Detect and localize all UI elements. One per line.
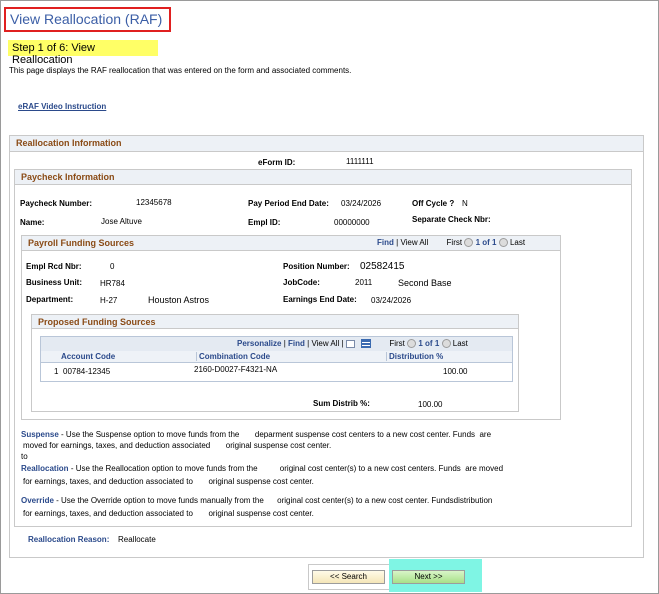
payroll-nav: Find | View All First 1 of 1 Last bbox=[377, 238, 526, 248]
earnings-end-label: Earnings End Date: bbox=[283, 295, 357, 304]
empl-id-label: Empl ID: bbox=[248, 218, 281, 227]
new-window-icon[interactable] bbox=[345, 339, 355, 348]
col-combination-code[interactable]: Combination Code bbox=[196, 352, 270, 361]
table-row: 1 00784-12345 2160-D0027-F4321-NA 100.00 bbox=[41, 363, 512, 379]
business-unit-label: Business Unit: bbox=[26, 278, 83, 287]
business-unit-value: HR784 bbox=[100, 279, 125, 288]
reallocation-description: Reallocation - Use the Reallocation opti… bbox=[21, 462, 561, 488]
name-value: Jose Altuve bbox=[101, 217, 142, 226]
grid-next-icon[interactable] bbox=[441, 339, 451, 349]
jobcode-description: Second Base bbox=[398, 278, 452, 288]
row-distribution: 100.00 bbox=[443, 367, 468, 376]
department-value: H-27 bbox=[100, 296, 118, 305]
override-text-1: - Use the Override option to move funds … bbox=[56, 496, 493, 505]
row-number: 1 bbox=[54, 367, 59, 376]
earnings-end-value: 03/24/2026 bbox=[371, 296, 412, 305]
personalize-link[interactable]: Personalize bbox=[237, 339, 281, 348]
payroll-next-icon[interactable] bbox=[498, 238, 508, 248]
payroll-view-all-link[interactable]: View All bbox=[400, 238, 428, 247]
pay-period-end-value: 03/24/2026 bbox=[341, 199, 382, 208]
position-number-value: 02582415 bbox=[360, 261, 405, 272]
eform-id-label: eForm ID: bbox=[258, 158, 296, 167]
pay-period-end-label: Pay Period End Date: bbox=[248, 199, 329, 208]
grid-first-label[interactable]: First bbox=[389, 339, 405, 348]
reallocation-header: Reallocation Information bbox=[10, 136, 643, 152]
paycheck-header: Paycheck Information bbox=[15, 170, 631, 185]
empl-id-value: 00000000 bbox=[334, 218, 370, 227]
sum-distrib-value: 100.00 bbox=[418, 400, 443, 409]
reallocation-option-name: Reallocation bbox=[21, 464, 69, 473]
video-instruction-link[interactable]: eRAF Video Instruction bbox=[18, 102, 106, 111]
suspense-description: Suspense - Use the Suspense option to mo… bbox=[21, 429, 541, 462]
grid-last-label[interactable]: Last bbox=[453, 339, 468, 348]
col-distribution[interactable]: Distribution % bbox=[386, 352, 443, 361]
payroll-last-label[interactable]: Last bbox=[510, 238, 525, 247]
proposed-funding-header: Proposed Funding Sources bbox=[32, 315, 518, 329]
empl-rcd-value: 0 bbox=[110, 262, 115, 271]
grid-prev-icon[interactable] bbox=[407, 339, 417, 349]
empl-rcd-label: Empl Rcd Nbr: bbox=[26, 262, 82, 271]
grid-find-link[interactable]: Find bbox=[288, 339, 305, 348]
suspense-option-name: Suspense bbox=[21, 430, 59, 439]
payroll-prev-icon[interactable] bbox=[464, 238, 474, 248]
override-text-2: for earnings, taxes, and deduction assoc… bbox=[23, 509, 314, 518]
override-option-name: Override bbox=[21, 496, 54, 505]
reallocation-reason-value: Reallocate bbox=[118, 535, 156, 544]
department-label: Department: bbox=[26, 295, 74, 304]
override-description: Override - Use the Override option to mo… bbox=[21, 494, 561, 520]
step-indicator: Step 1 of 6: View Reallocation bbox=[8, 40, 158, 66]
department-description: Houston Astros bbox=[148, 295, 210, 305]
search-button[interactable]: << Search bbox=[312, 570, 385, 584]
jobcode-value: 2011 bbox=[355, 278, 373, 287]
eform-id-value: 1111111 bbox=[346, 157, 374, 166]
grid-paging: 1 of 1 bbox=[418, 339, 440, 348]
payroll-find-link[interactable]: Find bbox=[377, 238, 394, 247]
grid-view-all-link[interactable]: View All bbox=[311, 339, 339, 348]
suspense-text-2: moved for earnings, taxes, and deduction… bbox=[23, 441, 332, 450]
name-label: Name: bbox=[20, 218, 45, 227]
page-title: View Reallocation (RAF) bbox=[10, 11, 163, 27]
position-number-label: Position Number: bbox=[283, 262, 350, 271]
next-button[interactable]: Next >> bbox=[392, 570, 465, 584]
reallocation-reason-label: Reallocation Reason: bbox=[28, 535, 110, 544]
paycheck-number-value: 12345678 bbox=[136, 198, 172, 207]
reallocation-text-1: - Use the Reallocation option to move fu… bbox=[70, 464, 504, 473]
proposed-funding-grid: Personalize | Find | View All | First 1 … bbox=[40, 336, 513, 382]
suspense-text-3: to bbox=[21, 452, 28, 461]
suspense-text-1: - Use the Suspense option to move funds … bbox=[61, 430, 492, 439]
col-account-code[interactable]: Account Code bbox=[61, 352, 115, 361]
page-description: This page displays the RAF reallocation … bbox=[9, 66, 352, 75]
grid-column-headers: Account Code Combination Code Distributi… bbox=[41, 351, 512, 363]
payroll-paging: 1 of 1 bbox=[475, 238, 497, 247]
grid-toolbar: Personalize | Find | View All | First 1 … bbox=[41, 337, 512, 351]
jobcode-label: JobCode: bbox=[283, 278, 320, 287]
reallocation-text-2: for earnings, taxes, and deduction assoc… bbox=[23, 477, 314, 486]
off-cycle-label: Off Cycle ? bbox=[412, 199, 455, 208]
row-account-code: 00784-12345 bbox=[63, 367, 111, 376]
separate-check-label: Separate Check Nbr: bbox=[412, 215, 491, 224]
row-combination-code: 2160-D0027-F4321-NA bbox=[194, 365, 278, 374]
payroll-first-label[interactable]: First bbox=[447, 238, 463, 247]
off-cycle-value: N bbox=[462, 199, 468, 208]
sum-distrib-label: Sum Distrib %: bbox=[313, 399, 370, 408]
paycheck-number-label: Paycheck Number: bbox=[20, 199, 93, 208]
download-grid-icon[interactable] bbox=[361, 339, 372, 349]
